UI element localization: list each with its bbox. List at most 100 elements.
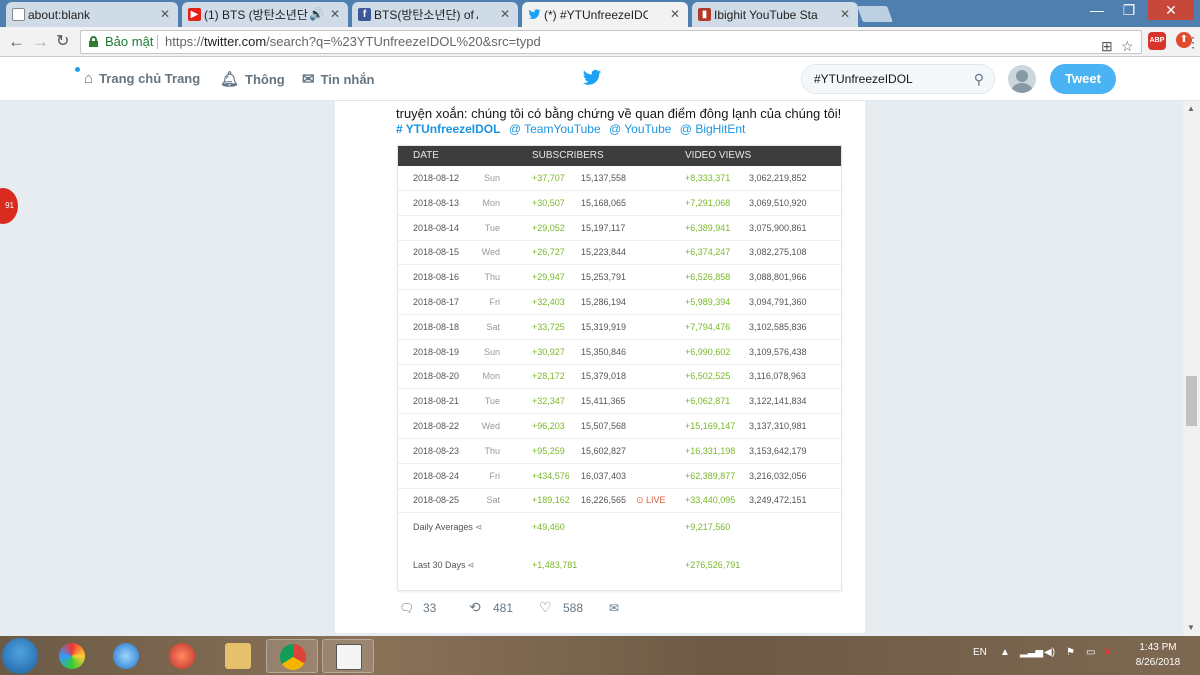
stats-row: 2018-08-23 Thu +95,259 15,602,827 +16,331,19… xyxy=(398,439,841,464)
close-icon[interactable]: ✕ xyxy=(330,7,340,21)
stats-cell-sub-gain: +32,403 xyxy=(532,297,565,307)
notification-badge[interactable]: 91 xyxy=(0,188,18,224)
tray-arrow-icon[interactable]: ▲ xyxy=(1000,647,1010,658)
translate-icon[interactable]: ⊞ xyxy=(1101,35,1113,57)
stats-cell-views: 3,116,078,963 xyxy=(749,371,806,382)
system-clock[interactable]: 1:43 PM 8/26/2018 xyxy=(1128,640,1188,670)
taskbar-app-document[interactable] xyxy=(322,639,374,673)
facebook-icon: f xyxy=(358,8,371,21)
close-icon[interactable]: ✕ xyxy=(840,7,850,21)
close-icon[interactable]: ✕ xyxy=(160,7,170,21)
minimize-icon[interactable]: — xyxy=(1082,0,1112,20)
nav-home[interactable]: ⌂ Trang chủ Trang xyxy=(84,70,200,87)
taskbar-app-explorer[interactable] xyxy=(212,639,264,673)
stats-row: 2018-08-17 Fri +32,403 15,286,194 +5,989,394… xyxy=(398,290,841,315)
scroll-down-icon[interactable]: ▼ xyxy=(1187,623,1195,632)
speaker-icon[interactable]: 🔊 xyxy=(309,7,324,21)
taskbar-app-chrome[interactable] xyxy=(266,639,318,673)
tab-title: BTS(방탄소년단) of A.R.M xyxy=(374,8,478,22)
close-icon[interactable]: ✕ xyxy=(500,7,510,21)
avatar[interactable] xyxy=(1008,65,1036,93)
taskbar-app-ie[interactable] xyxy=(100,639,152,673)
start-button[interactable] xyxy=(2,638,38,674)
mention-link[interactable]: @ BigHitEnt xyxy=(680,122,746,136)
taskbar-app-media[interactable] xyxy=(156,639,208,673)
stats-cell-date: 2018-08-13 xyxy=(413,197,460,208)
tab-socialblade[interactable]: ▮ Ibighit YouTube Stats, Ch ✕ xyxy=(692,2,858,27)
retweet-icon[interactable]: ⟲ xyxy=(469,599,481,616)
media-player-icon xyxy=(169,643,195,669)
nav-messages[interactable]: ✉ Tin nhắn xyxy=(302,70,375,88)
scroll-up-icon[interactable]: ▲ xyxy=(1187,104,1195,113)
stats-cell-sub-gain: +29,052 xyxy=(532,222,565,233)
stats-cell-views: 3,088,801,966 xyxy=(749,272,807,283)
document-icon xyxy=(336,644,362,670)
stats-row: 2018-08-20 Mon +28,172 15,379,018 +6,502,525… xyxy=(398,364,841,390)
stats-cell-day: Fri xyxy=(489,470,501,481)
dm-icon[interactable]: ✉ xyxy=(609,601,619,615)
v-app-icon[interactable]: V xyxy=(1104,647,1111,658)
stats-row: 2018-08-19 Sun +30,927 15,350,846 +6,990,602… xyxy=(398,340,841,365)
tab-title: (1) BTS (방탄소년단) xyxy=(204,8,308,22)
stats-cell-views: 3,137,310,981 xyxy=(749,421,807,431)
stats-cell-view-gain: +6,502,525 xyxy=(685,371,731,382)
stats-cell-view-gain: +6,990,602 xyxy=(685,346,731,357)
reload-icon[interactable]: ↻ xyxy=(56,32,69,52)
like-icon[interactable]: ♡ xyxy=(539,599,552,616)
mention-link[interactable]: @ TeamYouTube xyxy=(509,122,601,136)
close-icon[interactable]: ✕ xyxy=(670,7,680,21)
stats-row: 2018-08-21 Tue +32,347 15,411,365 +6,062,871… xyxy=(398,389,841,415)
scroll-thumb[interactable] xyxy=(1186,376,1197,426)
stats-cell-date: 2018-08-24 xyxy=(413,470,460,481)
ie-icon xyxy=(113,643,139,669)
stats-cell-views: 3,094,791,360 xyxy=(749,297,807,307)
stats-cell-subs: 15,350,846 xyxy=(581,346,627,357)
tweet-stream: truyện xoắn: chúng tôi có bằng chứng về … xyxy=(335,101,865,636)
stats-image[interactable]: DATE SUBSCRIBERS VIDEO VIEWS 2018-08-12 S… xyxy=(397,145,842,591)
stats-cell-day: Sun xyxy=(483,346,500,357)
tab-twitter[interactable]: (*) #YTUnfreezeIDOL - Tw ✕ xyxy=(522,2,688,27)
flag-icon[interactable]: ⚑ xyxy=(1066,647,1075,658)
search-icon[interactable]: ⚲ xyxy=(974,65,984,93)
stats-cell-views: 3,249,472,151 xyxy=(749,495,807,506)
page-icon xyxy=(12,8,25,21)
tab-facebook[interactable]: f BTS(방탄소년단) of A.R.M ✕ xyxy=(352,2,518,27)
twitter-bird-icon[interactable] xyxy=(582,69,602,92)
stats-cell-subs: 15,379,018 xyxy=(581,371,627,382)
stats-cell-day: Wed xyxy=(481,247,500,258)
stats-cell-date: 2018-08-17 xyxy=(413,297,460,307)
page-scrollbar[interactable]: ▲ ▼ xyxy=(1183,101,1200,636)
battery-icon[interactable]: ▭ xyxy=(1086,647,1095,658)
stats-row: 2018-08-16 Thu +29,947 15,253,791 +6,526,858… xyxy=(398,265,841,291)
tab-youtube[interactable]: ▶ (1) BTS (방탄소년단) 🔊 ✕ xyxy=(182,2,348,27)
address-bar[interactable]: Bảo mật https://twitter.com/search?q=%23… xyxy=(80,30,1142,54)
reply-icon[interactable]: 🗨︎ xyxy=(399,601,414,615)
stats-cell-date: 2018-08-22 xyxy=(413,421,460,431)
adblock-icon[interactable]: ABP xyxy=(1148,32,1166,50)
bookmark-star-icon[interactable]: ☆ xyxy=(1121,35,1134,57)
stats-row: 2018-08-18 Sat +33,725 15,319,919 +7,794,476… xyxy=(398,315,841,340)
tweet-button[interactable]: Tweet xyxy=(1050,64,1116,94)
menu-icon[interactable]: ⋮ xyxy=(1186,32,1200,52)
search-input[interactable]: #YTUnfreezeIDOL ⚲ xyxy=(801,64,995,94)
nav-notifications[interactable]: 🔔︎ Thông xyxy=(220,70,285,88)
stats-cell-subs: 15,286,194 xyxy=(581,297,627,307)
forward-icon[interactable]: → xyxy=(32,32,49,52)
new-tab-button[interactable] xyxy=(857,6,893,22)
tab-about-blank[interactable]: about:blank ✕ xyxy=(6,2,178,27)
mention-link[interactable]: @ YouTube xyxy=(609,122,671,136)
taskbar-app-pinwheel[interactable] xyxy=(46,639,98,673)
signal-icon[interactable]: ▂▃▅ xyxy=(1020,647,1043,658)
language-indicator[interactable]: EN xyxy=(973,647,987,658)
back-icon[interactable]: ← xyxy=(8,32,25,52)
window-close-icon[interactable]: ✕ xyxy=(1148,0,1194,20)
volume-icon[interactable]: ◀) xyxy=(1044,647,1055,658)
stats-cell-view-gain: +6,062,871 xyxy=(685,396,731,407)
maximize-icon[interactable]: ❐ xyxy=(1114,0,1144,20)
stats-cell-view-gain: +16,331,198 xyxy=(685,445,736,456)
stats-row: 2018-08-14 Tue +29,052 15,197,117 +6,389,941… xyxy=(398,216,841,241)
hashtag-link[interactable]: # YTUnfreezeIDOL xyxy=(396,122,500,136)
stats-cell-date: 2018-08-21 xyxy=(413,396,460,407)
stats-cell-view-gain: +15,169,147 xyxy=(685,421,736,431)
stats-cell-sub-gain: +37,707 xyxy=(532,173,565,183)
